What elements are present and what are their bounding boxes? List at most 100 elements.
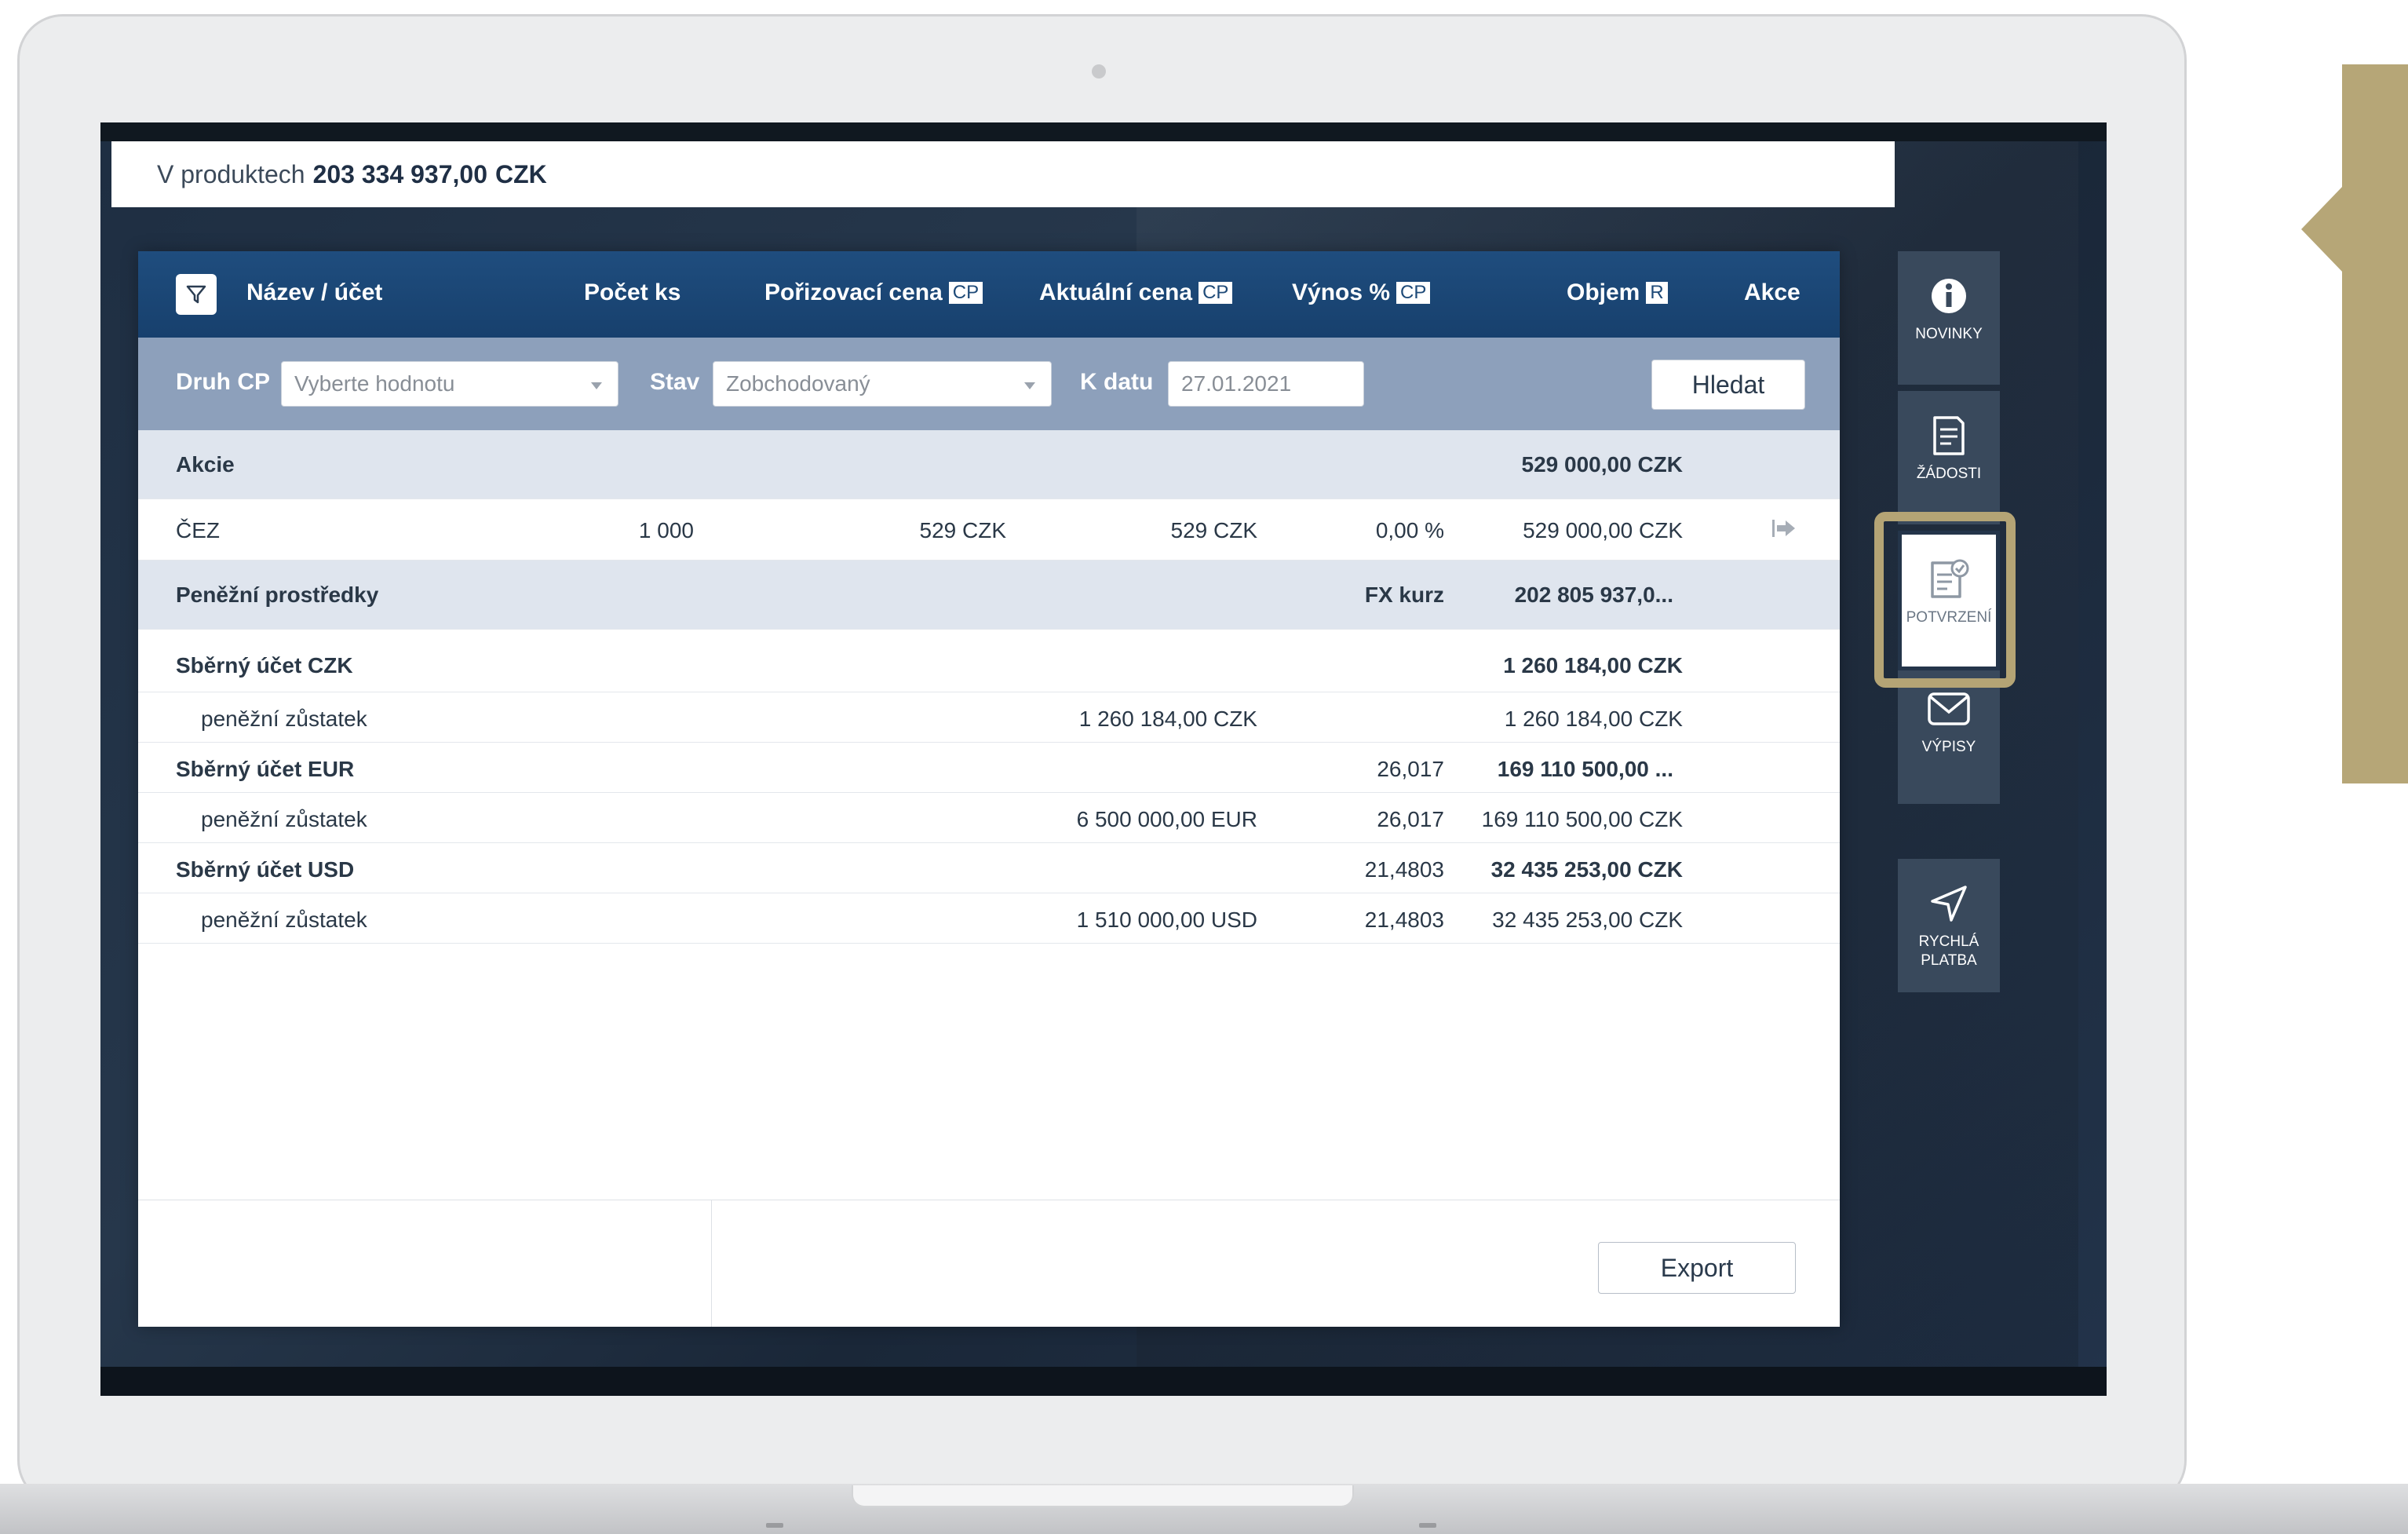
camera-dot bbox=[1092, 64, 1106, 79]
account-title: Sběrný účet USD bbox=[176, 857, 355, 882]
security-yield: 0,00 % bbox=[1375, 518, 1444, 542]
balance-volume: 169 110 500,00 CZK bbox=[1481, 807, 1683, 831]
filter-bar: Druh CP Vyberte hodnotu Stav Zobchodovan… bbox=[138, 338, 1840, 430]
state-filter-label: Stav bbox=[650, 369, 700, 395]
products-currency: CZK bbox=[495, 159, 547, 188]
sidebar-label: NOVINKY bbox=[1915, 326, 1983, 342]
balance-label: peněžní zůstatek bbox=[201, 707, 367, 731]
laptop-foot bbox=[1419, 1523, 1436, 1528]
products-total: 203 334 937,00 bbox=[312, 159, 487, 188]
group-total: 202 805 937,0... bbox=[1514, 583, 1673, 607]
group-total: 529 000,00 CZK bbox=[1521, 452, 1683, 477]
column-current-label: Aktuální cena bbox=[1039, 279, 1193, 305]
balance-amount: 1 510 000,00 USD bbox=[1076, 908, 1257, 932]
screen-top-strip bbox=[100, 122, 2107, 141]
column-count[interactable]: Počet ks bbox=[584, 279, 680, 306]
screen: V produktech 203 334 937,00 CZK Název / … bbox=[100, 122, 2107, 1396]
filter-toggle-button[interactable] bbox=[176, 274, 217, 315]
info-icon bbox=[1932, 279, 1966, 313]
products-total-bar: V produktech 203 334 937,00 CZK bbox=[111, 141, 1895, 207]
callout-box bbox=[2342, 64, 2408, 783]
account-title: Sběrný účet CZK bbox=[176, 653, 353, 678]
table-row[interactable]: ČEZ 1 000 529 CZK 529 CZK 0,00 % 529 000… bbox=[138, 499, 1840, 561]
column-name[interactable]: Název / účet bbox=[246, 279, 382, 306]
callout-arrow bbox=[2301, 185, 2344, 273]
laptop-notch bbox=[852, 1485, 1354, 1507]
state-select-value: Zobchodovaný bbox=[726, 371, 870, 396]
export-button[interactable]: Export bbox=[1598, 1242, 1796, 1294]
type-select-value: Vyberte hodnotu bbox=[294, 371, 455, 396]
balance-amount: 1 260 184,00 CZK bbox=[1078, 707, 1257, 731]
column-volume-label: Objem bbox=[1567, 279, 1640, 305]
column-volume[interactable]: Objem R bbox=[1567, 279, 1668, 306]
account-row[interactable]: Sběrný účet USD 21,4803 32 435 253,00 CZ… bbox=[138, 843, 1840, 893]
account-row[interactable]: Sběrný účet CZK 1 260 184,00 CZK bbox=[138, 630, 1840, 692]
balance-row[interactable]: peněžní zůstatek 1 260 184,00 CZK 1 260 … bbox=[138, 692, 1840, 743]
balance-label: peněžní zůstatek bbox=[201, 807, 367, 831]
table-header: Název / účet Počet ks Pořizovací cena CP … bbox=[138, 251, 1840, 338]
balance-label: peněžní zůstatek bbox=[201, 908, 367, 932]
balance-volume: 1 260 184,00 CZK bbox=[1504, 707, 1683, 731]
column-actions: Akce bbox=[1744, 279, 1801, 305]
date-input-value: 27.01.2021 bbox=[1181, 371, 1292, 396]
column-yield[interactable]: Výnos % CP bbox=[1292, 279, 1431, 306]
account-row[interactable]: Sběrný účet EUR 26,017 169 110 500,00 ..… bbox=[138, 743, 1840, 793]
cp-badge: CP bbox=[1199, 282, 1233, 304]
envelope-icon bbox=[1928, 692, 1970, 725]
date-input[interactable]: 27.01.2021 bbox=[1168, 361, 1364, 407]
sidebar-label: VÝPISY bbox=[1921, 739, 1976, 755]
type-filter-label: Druh CP bbox=[176, 369, 270, 395]
sidebar-label-line: PLATBA bbox=[1921, 952, 1977, 969]
laptop-foot bbox=[766, 1523, 783, 1528]
balance-amount: 6 500 000,00 EUR bbox=[1076, 807, 1257, 831]
account-total: 32 435 253,00 CZK bbox=[1490, 857, 1683, 882]
cp-badge: CP bbox=[948, 282, 983, 304]
transfer-action-icon[interactable] bbox=[1769, 517, 1797, 546]
cp-badge: CP bbox=[1396, 282, 1431, 304]
filter-icon bbox=[186, 285, 206, 304]
group-row-akcie: Akcie 529 000,00 CZK bbox=[138, 430, 1840, 499]
security-current: 529 CZK bbox=[1170, 518, 1258, 542]
sidebar-item-vypisy[interactable]: VÝPISY bbox=[1898, 670, 2000, 804]
column-purchase-label: Pořizovací cena bbox=[764, 279, 943, 305]
products-label: V produktech bbox=[157, 159, 305, 188]
security-name: ČEZ bbox=[176, 518, 220, 542]
group-title: Peněžní prostředky bbox=[176, 583, 379, 607]
sidebar-label: RYCHLÁ PLATBA bbox=[1919, 933, 1979, 970]
fx-rate-label: FX kurz bbox=[1364, 583, 1444, 607]
account-fx: 26,017 bbox=[1377, 757, 1444, 781]
highlight-frame bbox=[1874, 512, 2016, 688]
send-icon bbox=[1931, 886, 1967, 922]
balance-row[interactable]: peněžní zůstatek 6 500 000,00 EUR 26,017… bbox=[138, 793, 1840, 843]
sidebar-item-rychla-platba[interactable]: RYCHLÁ PLATBA bbox=[1898, 859, 2000, 992]
portfolio-panel: Název / účet Počet ks Pořizovací cena CP … bbox=[138, 251, 1840, 1327]
column-current-price[interactable]: Aktuální cena CP bbox=[1039, 279, 1233, 306]
dropdown-arrow-icon bbox=[591, 382, 602, 389]
group-row-cash: Peněžní prostředky FX kurz 202 805 937,0… bbox=[138, 561, 1840, 630]
account-fx: 21,4803 bbox=[1364, 857, 1444, 882]
security-purchase: 529 CZK bbox=[919, 518, 1007, 542]
account-title: Sběrný účet EUR bbox=[176, 757, 355, 781]
sidebar-label: ŽÁDOSTI bbox=[1916, 466, 1982, 482]
column-yield-label: Výnos % bbox=[1292, 279, 1391, 305]
type-select[interactable]: Vyberte hodnotu bbox=[281, 361, 618, 407]
security-count: 1 000 bbox=[638, 518, 694, 542]
column-purchase-price[interactable]: Pořizovací cena CP bbox=[764, 279, 983, 306]
state-select[interactable]: Zobchodovaný bbox=[713, 361, 1052, 407]
security-volume: 529 000,00 CZK bbox=[1523, 518, 1683, 542]
screen-bottom-strip bbox=[100, 1367, 2107, 1396]
account-total: 1 260 184,00 CZK bbox=[1503, 653, 1683, 678]
sidebar-label-line: RYCHLÁ bbox=[1918, 933, 1979, 950]
dropdown-arrow-icon bbox=[1024, 382, 1035, 389]
requests-icon bbox=[1933, 416, 1965, 455]
sidebar-item-zadosti[interactable]: ŽÁDOSTI bbox=[1898, 391, 2000, 524]
r-badge: R bbox=[1646, 282, 1668, 304]
balance-row[interactable]: peněžní zůstatek 1 510 000,00 USD 21,480… bbox=[138, 893, 1840, 944]
balance-volume: 32 435 253,00 CZK bbox=[1492, 908, 1683, 932]
sidebar-item-novinky[interactable]: NOVINKY bbox=[1898, 251, 2000, 385]
balance-fx: 26,017 bbox=[1377, 807, 1444, 831]
footer-divider-vertical bbox=[711, 1200, 712, 1327]
date-filter-label: K datu bbox=[1080, 369, 1154, 395]
search-button[interactable]: Hledat bbox=[1651, 360, 1805, 410]
group-title: Akcie bbox=[176, 452, 235, 477]
